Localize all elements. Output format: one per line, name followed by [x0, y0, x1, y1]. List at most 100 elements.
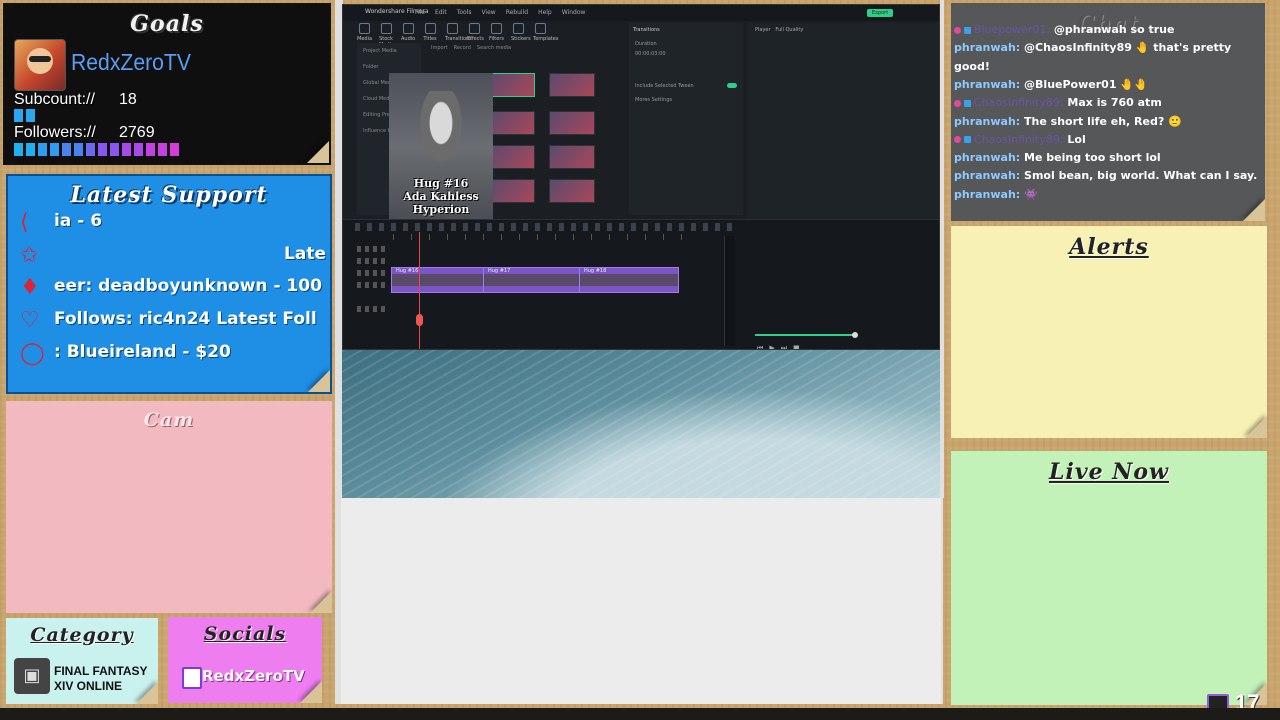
frame-right [940, 0, 944, 498]
chat-username[interactable]: ChaosInfinity89: [974, 133, 1064, 146]
more-settings-label[interactable]: Mores Settings [635, 97, 672, 103]
media-toolbar-item[interactable]: Import [431, 45, 448, 51]
chat-text: @ChaosInfinity89 🤚 that's pretty [1024, 41, 1232, 55]
menu-item[interactable]: Rebuild [506, 9, 528, 16]
followers-value: 2769 [119, 124, 155, 141]
player-panel: Player Full Quality [747, 23, 939, 219]
heart-icon: ♡ [20, 308, 40, 333]
timeline-clip[interactable]: Hug #17 [483, 267, 581, 293]
support-row-text: Follows: ric4n24 Latest Foll [54, 309, 317, 329]
menu-item[interactable]: Window [562, 9, 586, 16]
media-sidebar-item[interactable]: Project Media [357, 43, 421, 59]
subcount-value: 18 [119, 91, 137, 108]
export-button[interactable]: Export [867, 9, 893, 17]
media-toolbar-item[interactable]: Record [454, 45, 471, 51]
progress-segment [50, 143, 59, 156]
media-toolbar-item[interactable]: Search media [477, 45, 511, 51]
avatar [14, 39, 66, 91]
chat-text: The short life eh, Red? 🙂 [1024, 114, 1182, 128]
duration-label: Duration [635, 41, 657, 47]
include-tween-toggle[interactable] [727, 83, 737, 88]
cam-panel: Cam [6, 401, 332, 613]
media-thumb[interactable] [489, 73, 535, 97]
media-thumb[interactable] [549, 73, 595, 97]
cam-title: Cam [143, 409, 195, 431]
media-thumb[interactable] [549, 145, 595, 169]
progress-segment [14, 109, 23, 122]
game-controller-icon: ▣ [14, 658, 50, 694]
progress-segment [62, 143, 71, 156]
progress-segment [170, 143, 179, 156]
progress-segment [14, 143, 23, 156]
media-thumb[interactable] [549, 179, 595, 203]
timeline-ruler [393, 234, 689, 240]
support-row-text: eer: deadboyunknown - 100 [54, 276, 322, 296]
chat-username[interactable]: phranwah: [954, 151, 1020, 164]
duration-value[interactable]: 00:00:03:00 [635, 51, 666, 57]
menu-item[interactable]: File [415, 9, 425, 16]
chat-message: phranwah: Me being too short lol [954, 151, 1261, 165]
timeline: Hug #16 Hug #17 Hug #18 ⏮ ▶ ⏭ ■ [343, 219, 939, 349]
chat-username[interactable]: Bluepower01: [974, 23, 1050, 36]
menu-item[interactable]: Tools [457, 9, 472, 16]
player-label-text: Player [755, 27, 771, 33]
menu-item[interactable]: View [481, 9, 495, 16]
progress-segment [110, 143, 119, 156]
live-now-panel: Live Now [951, 451, 1267, 705]
chat-username[interactable]: phranwah: [954, 41, 1020, 54]
chat-message: phranwah: @ChaosInfinity89 🤚 that's pret… [954, 41, 1261, 55]
chat-username[interactable]: phranwah: [954, 115, 1020, 128]
editor-menubar: Wondershare Filmora File Edit Tools View Reb… [343, 5, 939, 21]
chat-username[interactable]: phranwah: [954, 188, 1020, 201]
alerts-panel: Alerts [951, 226, 1267, 438]
progress-segment [146, 143, 155, 156]
playhead[interactable] [416, 232, 423, 349]
support-row-text: Late [284, 244, 326, 264]
menu-item[interactable]: Edit [435, 9, 447, 16]
chat-text: 👾 [1024, 187, 1038, 201]
player-scrubber[interactable] [755, 332, 858, 338]
clip-label: Hug #16 [396, 268, 419, 274]
heart-badge-icon [954, 99, 961, 107]
desktop-wallpaper [342, 350, 940, 498]
chat-username[interactable]: phranwah: [954, 169, 1020, 182]
followers-progress-bar [14, 143, 179, 156]
heart-badge-icon [954, 26, 961, 34]
clip-label: Hug #18 [584, 268, 607, 274]
preview-caption: Hug #16 [413, 177, 469, 190]
media-thumb[interactable] [489, 145, 535, 169]
track-controls [357, 258, 385, 264]
progress-segment [26, 143, 35, 156]
media-thumb[interactable] [489, 111, 535, 135]
bottom-bar [0, 708, 1280, 720]
chat-username[interactable]: ChaosInfinity89: [974, 96, 1064, 109]
sub-badge-icon [964, 99, 971, 107]
progress-segment [122, 143, 131, 156]
twitch-icon [182, 667, 202, 689]
timeline-clip[interactable]: Hug #16 [391, 267, 485, 293]
progress-segment [74, 143, 83, 156]
timeline-clip[interactable]: Hug #18 [579, 267, 679, 293]
track-controls [357, 306, 385, 312]
media-thumb[interactable] [549, 111, 595, 135]
cheer-icon: ♦ [20, 275, 40, 300]
category-name: FINAL FANTASY XIV ONLINE [54, 664, 158, 694]
chat-message: ChaosInfinity89: Lol [954, 133, 1261, 147]
progress-segment [86, 143, 95, 156]
sub-badge-icon [964, 26, 971, 34]
clip-label: Hug #17 [488, 268, 511, 274]
player-quality[interactable]: Full Quality [775, 27, 803, 33]
media-thumb[interactable] [489, 179, 535, 203]
support-row-star: ✩ Late [16, 241, 326, 271]
chat-panel: Chat Bluepower01: @phranwah so true phran… [951, 3, 1265, 221]
menu-item[interactable]: Help [538, 9, 552, 16]
preview-caption: Ada Kahless [403, 190, 479, 203]
properties-tab[interactable]: Transitions [633, 27, 660, 33]
chat-message: Bluepower01: @phranwah so true [954, 23, 1261, 37]
support-row-text: ia - 6 [54, 211, 103, 231]
preview-caption: Hyperion [412, 203, 470, 216]
support-row-cheer: ♦ eer: deadboyunknown - 100 [16, 273, 326, 303]
chat-username[interactable]: phranwah: [954, 78, 1020, 91]
media-toolbar: Import Record Search media [431, 45, 511, 51]
progress-segment [158, 143, 167, 156]
